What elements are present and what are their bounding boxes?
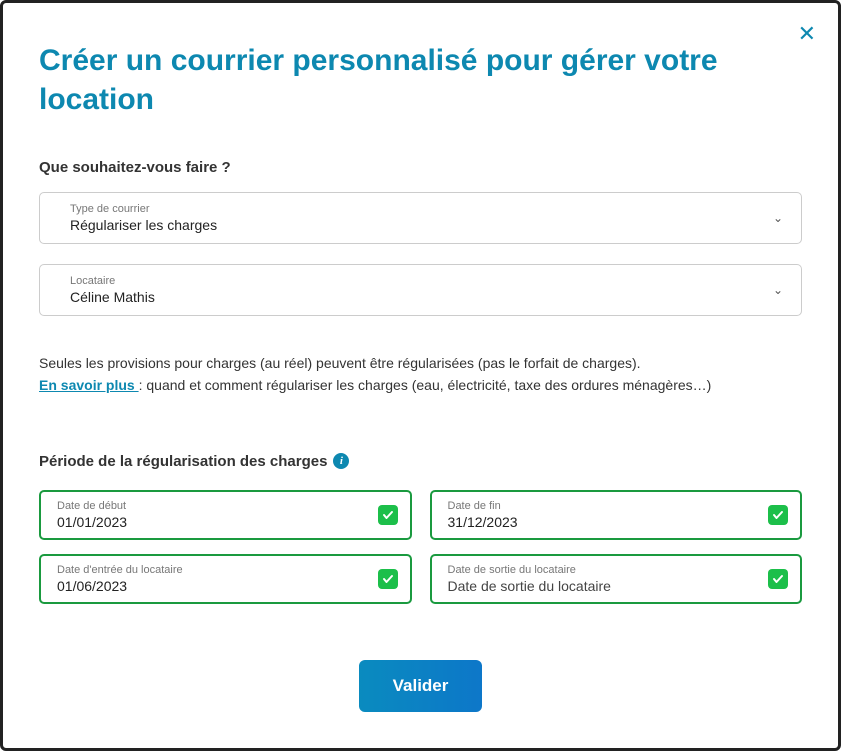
courier-type-label: Type de courrier	[70, 203, 783, 215]
close-icon[interactable]: ✕	[798, 23, 816, 45]
date-start-label: Date de début	[57, 500, 396, 512]
info-line1: Seules les provisions pour charges (au r…	[39, 355, 641, 371]
check-icon	[378, 505, 398, 525]
info-text: Seules les provisions pour charges (au r…	[39, 352, 802, 397]
info-icon[interactable]: i	[333, 453, 349, 469]
date-end-label: Date de fin	[448, 500, 787, 512]
section-heading-period: Période de la régularisation des charges…	[39, 453, 802, 470]
date-exit-label: Date de sortie du locataire	[448, 564, 787, 576]
courier-type-select[interactable]: Type de courrier Régulariser les charges…	[39, 192, 802, 244]
info-line2: : quand et comment régulariser les charg…	[139, 377, 712, 393]
date-entry-value: 01/06/2023	[57, 578, 396, 594]
check-icon	[768, 505, 788, 525]
date-start-value: 01/01/2023	[57, 514, 396, 530]
chevron-down-icon: ⌄	[773, 211, 783, 225]
date-start-field[interactable]: Date de début 01/01/2023	[39, 490, 412, 540]
page-title: Créer un courrier personnalisé pour gére…	[39, 41, 759, 119]
submit-button[interactable]: Valider	[359, 660, 483, 712]
tenant-value: Céline Mathis	[70, 289, 783, 305]
tenant-select[interactable]: Locataire Céline Mathis ⌄	[39, 264, 802, 316]
tenant-label: Locataire	[70, 275, 783, 287]
date-entry-label: Date d'entrée du locataire	[57, 564, 396, 576]
chevron-down-icon: ⌄	[773, 283, 783, 297]
learn-more-link[interactable]: En savoir plus	[39, 377, 139, 393]
check-icon	[378, 569, 398, 589]
section-heading-action: Que souhaitez-vous faire ?	[39, 159, 802, 176]
date-entry-field[interactable]: Date d'entrée du locataire 01/06/2023	[39, 554, 412, 604]
courier-type-value: Régulariser les charges	[70, 217, 783, 233]
date-end-value: 31/12/2023	[448, 514, 787, 530]
date-exit-field[interactable]: Date de sortie du locataire Date de sort…	[430, 554, 803, 604]
check-icon	[768, 569, 788, 589]
period-heading-text: Période de la régularisation des charges	[39, 453, 327, 470]
date-end-field[interactable]: Date de fin 31/12/2023	[430, 490, 803, 540]
date-exit-value: Date de sortie du locataire	[448, 578, 787, 594]
